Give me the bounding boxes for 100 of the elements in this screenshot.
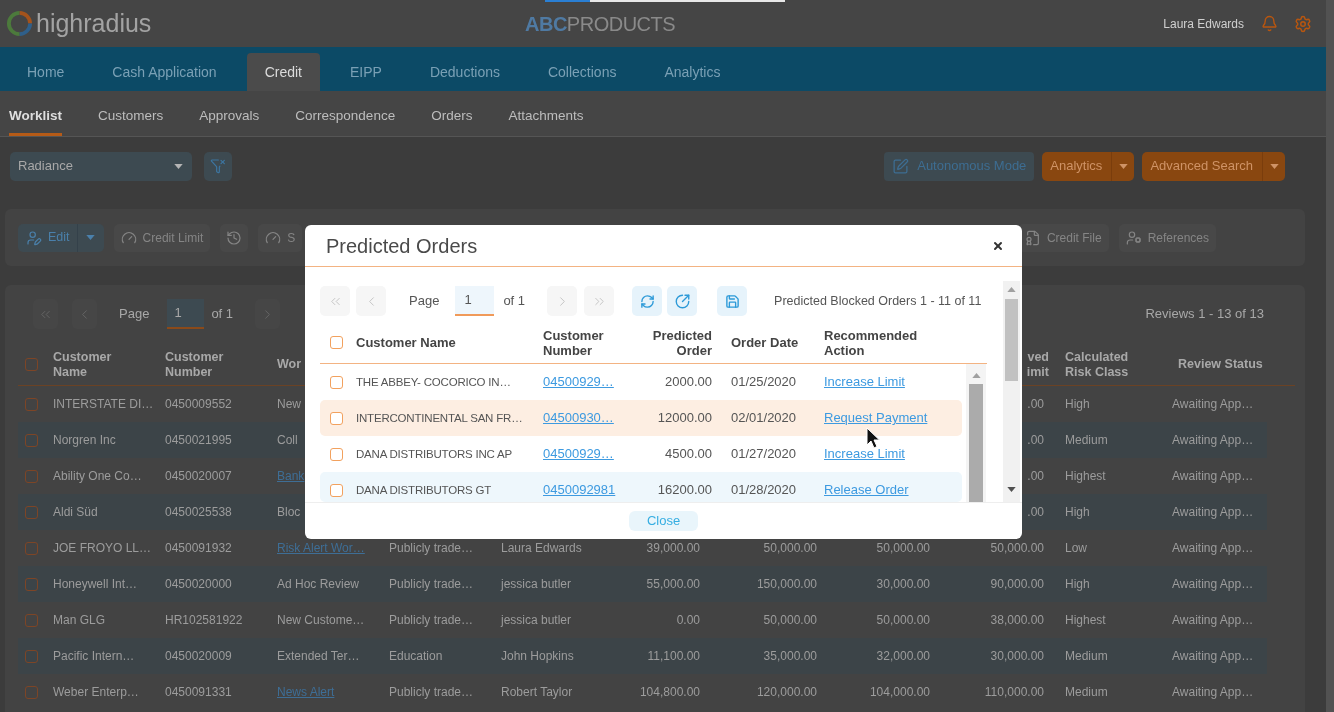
customer-number: 0450021995: [165, 433, 232, 447]
checkbox[interactable]: [25, 685, 38, 699]
settings-icon[interactable]: [1294, 14, 1312, 33]
amount: 90,000.00: [990, 577, 1044, 591]
checkbox[interactable]: [25, 397, 38, 411]
customer-name: Aldi Süd: [53, 505, 98, 519]
column-header[interactable]: Customer Number: [543, 327, 618, 358]
amount: 32,000.00: [876, 649, 930, 663]
nav-tab[interactable]: Deductions: [411, 53, 518, 91]
page-input[interactable]: 1: [167, 299, 205, 329]
caret-icon: [1269, 163, 1279, 169]
customer-number: 0450091932: [165, 541, 232, 555]
table-row[interactable]: INTERCONTINENTAL SAN FR… 04500930… 12000.00 02/01/2020 Request Payment: [320, 400, 962, 436]
close-button[interactable]: Close: [628, 511, 699, 531]
page-count: of 1: [503, 292, 526, 311]
save-button[interactable]: [717, 286, 748, 316]
amount: 50,000.00: [990, 541, 1044, 555]
scrollbar-thumb[interactable]: [969, 384, 983, 502]
risk-class: Highest: [1065, 613, 1106, 627]
checkbox[interactable]: [25, 577, 38, 591]
checkbox[interactable]: [25, 505, 38, 519]
customer-number-link[interactable]: 04500929…: [543, 374, 614, 390]
column-header[interactable]: Customer Name: [356, 335, 456, 350]
sub-tab[interactable]: Attachments: [508, 91, 584, 136]
export-button[interactable]: [667, 286, 698, 316]
nav-tab[interactable]: Collections: [529, 53, 635, 91]
checkbox[interactable]: [25, 358, 38, 371]
sub-tab[interactable]: Correspondence: [295, 91, 396, 136]
column-header[interactable]: Customer Name: [53, 349, 128, 380]
sub-tab[interactable]: Approvals: [199, 91, 260, 136]
checkbox[interactable]: [25, 469, 38, 483]
edit-button[interactable]: Edit: [18, 223, 77, 252]
sub-tab[interactable]: Customers: [98, 91, 164, 136]
predicted-amount: 12000.00: [657, 410, 712, 426]
logo-icon: [6, 10, 33, 37]
nav-tab[interactable]: Cash Application: [94, 53, 235, 91]
scrollbar[interactable]: [966, 364, 986, 502]
order-date: 02/01/2020: [731, 410, 797, 426]
action-link[interactable]: Request Payment: [824, 410, 928, 426]
amount: 120,000.00: [756, 685, 817, 699]
customer-number-link[interactable]: 04500930…: [543, 410, 614, 426]
column-header[interactable]: Recommended Action: [824, 327, 924, 358]
sub-tab[interactable]: Orders: [431, 91, 473, 136]
order-date: 01/27/2020: [731, 446, 797, 462]
review-status: Awaiting App…: [1172, 685, 1254, 699]
action-link[interactable]: Increase Limit: [824, 374, 905, 390]
checkbox[interactable]: [25, 613, 38, 627]
nav-tab[interactable]: Credit: [246, 53, 320, 91]
nav-tab[interactable]: Home: [9, 53, 83, 91]
analyst-name: Laura Edwards: [501, 541, 582, 555]
user-name[interactable]: Laura Edwards: [1163, 14, 1244, 33]
refresh-button[interactable]: [632, 286, 663, 316]
checkbox[interactable]: [330, 411, 343, 425]
checkbox[interactable]: [330, 483, 343, 497]
column-header[interactable]: Calculated Risk Class: [1065, 349, 1145, 380]
checkbox[interactable]: [25, 649, 38, 663]
customer-number-link[interactable]: 0450092981: [543, 482, 616, 498]
work-type: New: [277, 397, 301, 411]
amount: .00: [1027, 397, 1044, 411]
checkbox[interactable]: [330, 336, 343, 349]
column-header[interactable]: Predicted Order: [642, 327, 712, 358]
close-icon[interactable]: [992, 239, 1004, 252]
checkbox[interactable]: [25, 541, 38, 555]
checkbox[interactable]: [25, 433, 38, 447]
review-status: Awaiting App…: [1172, 541, 1254, 555]
analyst-name: jessica butler: [501, 613, 572, 627]
action-link[interactable]: Increase Limit: [824, 446, 905, 462]
table-row[interactable]: Honeywell Int… 0450020000 Ad Hoc Review Publicly trade… jessica butler 55,000.00 150,000.00 30,000.00 90,000.00 High Awaiting App…: [18, 566, 1267, 602]
customer-name: DANA DISTRIBUTORS GT: [356, 484, 492, 497]
column-header[interactable]: Review Status: [1178, 357, 1267, 372]
document-badge-icon: [1024, 229, 1041, 246]
table-row[interactable]: DANA DISTRIBUTORS GT 0450092981 16200.00 01/28/2020 Release Order: [320, 472, 962, 502]
column-header[interactable]: ved imit: [1019, 349, 1049, 380]
customer-number-link[interactable]: 04500929…: [543, 446, 614, 462]
page-input[interactable]: 1: [455, 286, 495, 316]
action-link[interactable]: Release Order: [824, 482, 909, 498]
nav-tab[interactable]: Analytics: [646, 53, 739, 91]
view-select[interactable]: Radiance: [10, 151, 192, 181]
dropdown-toggle[interactable]: [1262, 151, 1285, 181]
page-scrollbar[interactable]: [1326, 0, 1334, 712]
nav-tab[interactable]: EIPP: [332, 53, 400, 91]
scroll-down-icon: [1007, 487, 1016, 492]
sub-tab[interactable]: Worklist: [9, 91, 62, 136]
column-header[interactable]: Order Date: [731, 335, 799, 350]
scrollbar-thumb[interactable]: [1005, 299, 1018, 381]
dropdown-toggle[interactable]: [76, 223, 104, 252]
bell-icon[interactable]: [1261, 15, 1278, 32]
column-header[interactable]: Customer Number: [165, 349, 240, 380]
dropdown-button[interactable]: Advanced Search: [1142, 151, 1262, 181]
dropdown-toggle[interactable]: [1111, 151, 1135, 181]
table-row[interactable]: Pacific Intern… 0450020009 Extended Ter… Education John Hopkins 11,100.00 35,000.00 32,000.00 30,000.00 Medium Awaiting App…: [18, 638, 1267, 674]
clear-filter-button[interactable]: [204, 151, 232, 181]
amount: 30,000.00: [990, 649, 1044, 663]
checkbox[interactable]: [330, 375, 343, 389]
review-status: Awaiting App…: [1172, 577, 1254, 591]
checkbox[interactable]: [330, 447, 343, 461]
review-status: Awaiting App…: [1172, 433, 1254, 447]
scrollbar[interactable]: [1003, 281, 1020, 502]
dropdown-button[interactable]: Analytics: [1042, 151, 1112, 181]
organization-type: Education: [389, 649, 443, 663]
